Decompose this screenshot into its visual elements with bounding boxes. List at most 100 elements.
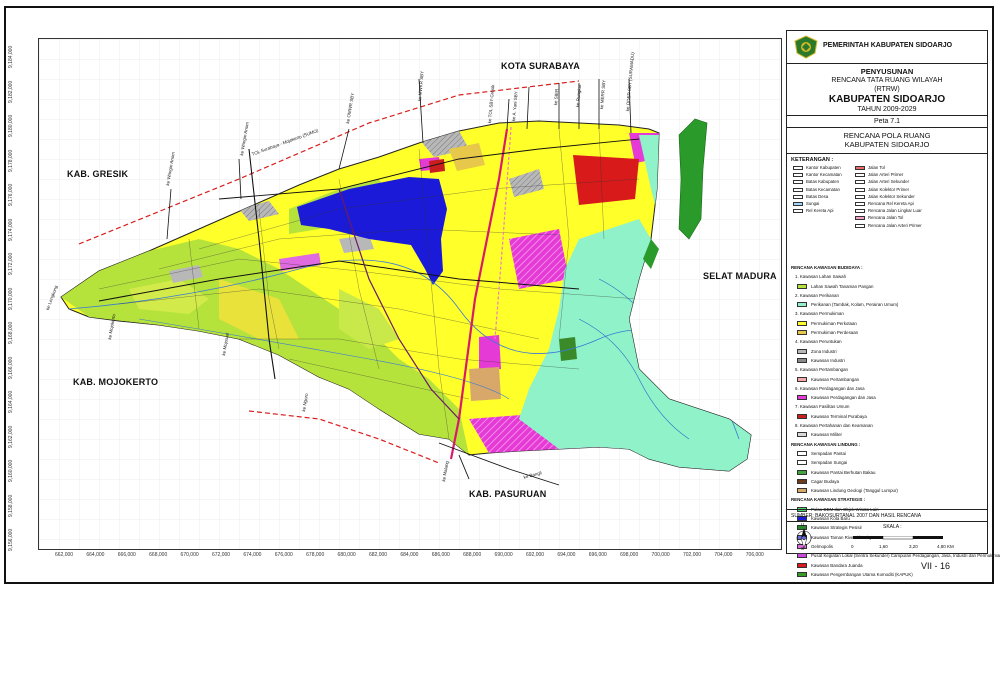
legend-label: Sempadan Pantai	[811, 450, 846, 456]
title-line-1: PENYUSUNAN	[860, 67, 914, 76]
legend-label: Rencana Jalan Tol	[868, 215, 904, 221]
legend-label: Kantor Kecamatan	[806, 172, 842, 178]
legend-item: Kawasan Perdagangan dan Jasa	[791, 393, 985, 402]
legend-section: 6. Kawasan Perdagangan dan Jasa	[791, 384, 985, 393]
x-tick-label: 696,000	[588, 552, 607, 558]
map-frame: KOTA SURABAYA KAB. GRESIK KAB. MOJOKERTO…	[38, 38, 782, 550]
x-tick-label: 668,000	[149, 552, 168, 558]
source-text: SUMBER: BAKOSURTANAL 2007 DAN HASIL RENC…	[791, 513, 922, 519]
legend-label: Kantor Kabupaten	[806, 165, 841, 170]
header-row: PEMERINTAH KABUPATEN SIDOARJO	[787, 31, 987, 64]
legend-label: Kawasan Lindung Geologi (Tanggul Lumpur)	[811, 488, 898, 494]
y-tick-label: 9,164,000	[8, 390, 14, 413]
legend-swatch	[797, 357, 807, 363]
title-line-5: TAHUN 2009-2029	[857, 106, 917, 113]
title-block: PENYUSUNAN RENCANA TATA RUANG WILAYAH (R…	[787, 63, 987, 116]
x-tick-label: 692,000	[525, 552, 545, 558]
x-tick-label: 684,000	[400, 552, 419, 558]
legend-label: Lahan Sawah Tanaman Pangan	[811, 283, 874, 289]
x-tick-label: 706,000	[745, 552, 764, 558]
y-tick-label: 9,156,000	[8, 528, 14, 551]
legend-section: RENCANA KAWASAN BUDIDAYA :	[791, 263, 985, 272]
legend-item: Permukiman Perkotaan	[791, 319, 985, 328]
north-label: U	[801, 522, 805, 527]
label-kab-gresik: KAB. GRESIK	[67, 169, 129, 179]
legend-label: Rencana Jalan Lingkar Luar	[868, 208, 922, 214]
x-tick-label: 666,000	[117, 552, 136, 558]
legend-item: Kawasan Pantai Berhutan Bakau	[791, 468, 985, 477]
legend-swatch	[793, 180, 803, 185]
scale-label-2: 3,20	[909, 544, 918, 549]
y-tick-label: 9,170,000	[8, 287, 14, 310]
land-use-map	[39, 39, 781, 549]
legend-swatch	[797, 413, 807, 419]
x-tick-label: 662,000	[54, 552, 74, 558]
legend-swatch	[797, 348, 807, 354]
legend-swatch	[793, 187, 803, 192]
legend-label: RENCANA KAWASAN BUDIDAYA :	[791, 265, 863, 270]
y-tick-label: 9,184,000	[8, 45, 14, 68]
x-tick-label: 680,000	[337, 552, 356, 558]
legend-swatch	[797, 488, 807, 494]
label-selat-madura: SELAT MADURA	[703, 271, 777, 281]
x-tick-label: 686,000	[431, 552, 450, 558]
x-tick-label: 690,000	[494, 552, 513, 558]
legend-swatch	[793, 202, 803, 206]
map-subject-line-1: RENCANA POLA RUANG	[843, 131, 931, 140]
title-line-4: KABUPATEN SIDOARJO	[828, 94, 946, 105]
legend-label: 8. Kawasan Pertahanan dan Keamanan	[795, 423, 873, 429]
legend-swatch	[797, 469, 807, 475]
legend-swatch	[797, 376, 807, 382]
x-tick-label: 688,000	[463, 552, 482, 558]
y-tick-label: 9,174,000	[8, 218, 14, 241]
x-tick-label: 678,000	[306, 552, 325, 558]
scale-bar	[853, 536, 943, 540]
legend-label: 6. Kawasan Perdagangan dan Jasa	[795, 385, 865, 391]
y-tick-label: 9,178,000	[8, 149, 14, 172]
legend-label: Rencana Rel Kereta Api	[868, 201, 914, 206]
legend-swatch	[793, 194, 803, 199]
scale-label-0: 0	[851, 544, 854, 549]
legend-label: 7. Kawasan Fasilitas Umum	[795, 404, 850, 410]
legend-label: Kawasan Militer	[811, 432, 842, 438]
legend-swatch	[855, 166, 865, 170]
legend-item: Kawasan Militer	[791, 430, 985, 439]
legend-label: Rencana Jalan Arteri Primer	[868, 222, 922, 228]
scale-label-3: 4,80 KM	[937, 544, 954, 549]
legend-swatch	[797, 330, 807, 336]
legend-label: Kawasan Industri	[811, 357, 845, 363]
map-subject-line-2: KABUPATEN SIDOARJO	[844, 140, 930, 149]
legend-swatch	[855, 180, 865, 185]
legend-swatch	[797, 562, 807, 568]
legend-label: Batas Kecamatan	[806, 186, 840, 192]
legend-label: Perikanan (Tambak, Kolam, Perairan Umum)	[811, 302, 899, 308]
legend-label: Kawasan Terminal Purabaya	[811, 413, 867, 419]
legend-section: 3. Kawasan Permukiman	[791, 309, 985, 318]
legend-swatch	[797, 571, 807, 577]
legend-label: RENCANA KAWASAN STRATEGIS :	[791, 497, 866, 503]
legend-swatch	[797, 283, 807, 289]
legend-item: Kawasan Pengembangan Utama Komoditi (KAP…	[791, 570, 985, 579]
legend-section: RENCANA KAWASAN STRATEGIS :	[791, 495, 985, 504]
y-tick-label: 9,158,000	[8, 494, 14, 517]
x-tick-label: 700,000	[651, 552, 670, 558]
legend-swatch	[793, 209, 803, 214]
legend-label: Jalan Arteri Sekunder	[868, 179, 910, 185]
label-kab-mojokerto: KAB. MOJOKERTO	[73, 377, 159, 387]
x-tick-label: 682,000	[368, 552, 388, 558]
legend-swatch	[855, 194, 865, 199]
legend-label: Jalan Kolektor Sekunder	[868, 193, 915, 199]
legend-swatch	[797, 395, 807, 401]
title-line-3: (RTRW)	[874, 86, 900, 93]
legend-section: 1. Kawasan Lahan Sawah	[791, 272, 985, 281]
x-tick-label: 704,000	[714, 552, 733, 558]
legend-swatch	[793, 173, 803, 178]
x-tick-label: 694,000	[557, 552, 576, 558]
legend-item: Kawasan Bandara Juanda	[791, 561, 985, 570]
legend-label: Zona Industri	[811, 348, 837, 354]
legend-label: Kawasan Bandara Juanda	[811, 562, 863, 568]
title-line-2: RENCANA TATA RUANG WILAYAH	[831, 77, 943, 84]
legend-item: Sempadan Sungai	[791, 458, 985, 467]
page-number: VII - 16	[921, 561, 951, 571]
legend-label: Jalan Kolektor Primer	[868, 186, 910, 192]
